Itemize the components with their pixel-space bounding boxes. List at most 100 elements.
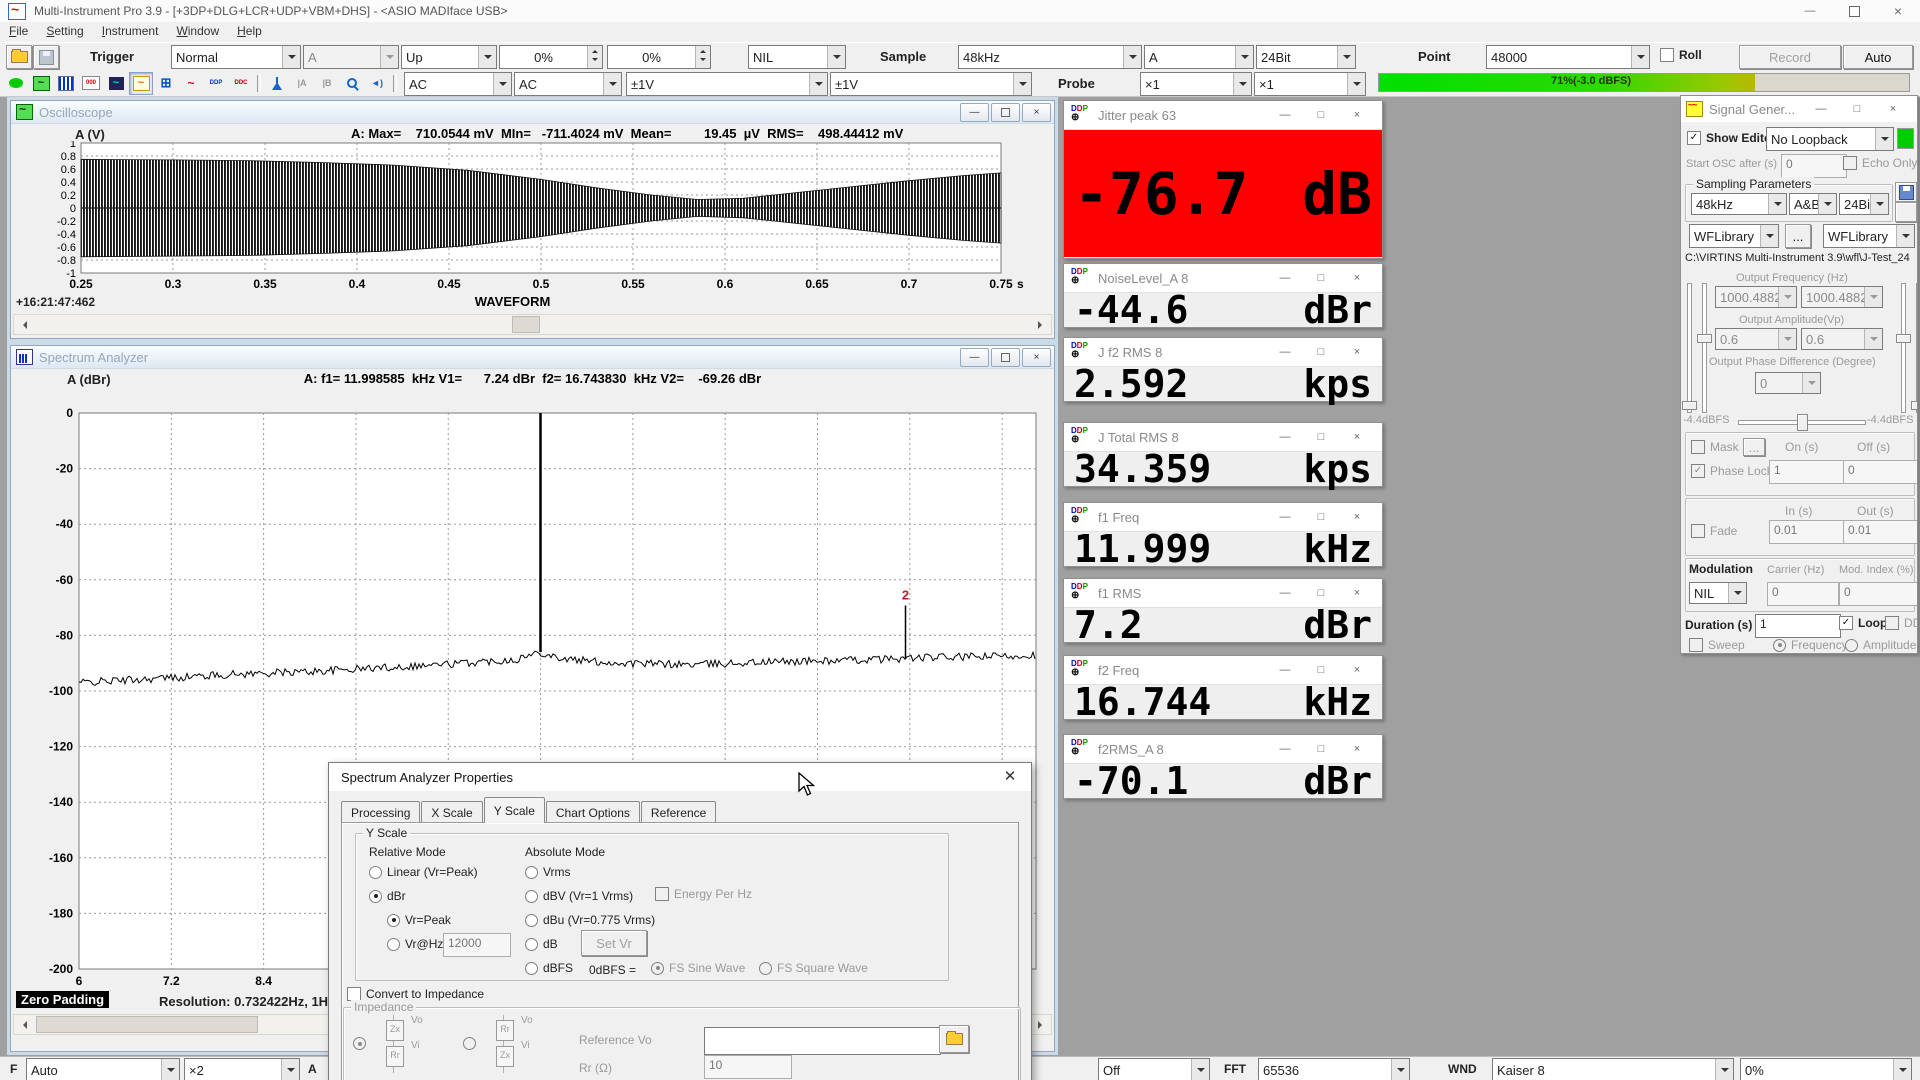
- spectrum-analyzer-icon[interactable]: [54, 72, 78, 95]
- meter-maximize-button[interactable]: □: [1303, 109, 1339, 121]
- trigger-delay-spinner[interactable]: 0%: [607, 45, 711, 69]
- chevron-down-icon[interactable]: [827, 46, 845, 68]
- sg-maximize-button[interactable]: □: [1839, 103, 1875, 115]
- scroll-left-icon[interactable]: [14, 315, 32, 334]
- run-icon[interactable]: [4, 72, 28, 95]
- set-vr-button[interactable]: Set Vr: [581, 930, 647, 956]
- freq-b-select[interactable]: 1000.488281: [1801, 286, 1883, 308]
- meter-maximize-button[interactable]: □: [1303, 587, 1339, 599]
- chevron-down-icon[interactable]: [282, 46, 300, 68]
- chevron-down-icon[interactable]: [1875, 128, 1893, 150]
- dbfs-radio[interactable]: dBFS: [525, 961, 573, 975]
- meter-maximize-button[interactable]: □: [1303, 743, 1339, 755]
- chevron-down-icon[interactable]: [1864, 329, 1882, 349]
- zoom-x-select[interactable]: ×2: [184, 1058, 300, 1080]
- meter-minimize-button[interactable]: —: [1267, 272, 1303, 284]
- freq-axis-select[interactable]: Auto: [26, 1058, 180, 1080]
- sg-volume-slider-right-inner[interactable]: [1901, 283, 1906, 413]
- impedance-circuit2-radio[interactable]: [463, 1037, 476, 1050]
- meter-close-button[interactable]: ×: [1339, 272, 1375, 284]
- dds-checkbox[interactable]: DDS: [1885, 616, 1918, 630]
- meter-close-button[interactable]: ×: [1339, 743, 1375, 755]
- chevron-down-icon[interactable]: [1896, 225, 1914, 247]
- dbr-radio[interactable]: dBr: [369, 889, 406, 903]
- sg-run-button[interactable]: [1897, 128, 1914, 149]
- magnifier-icon[interactable]: [340, 72, 364, 95]
- trigger-source-select[interactable]: A: [303, 45, 399, 69]
- spectrum-3d-icon[interactable]: ~: [104, 72, 128, 95]
- input-a-icon[interactable]: |A: [290, 72, 314, 95]
- meter-minimize-button[interactable]: —: [1267, 587, 1303, 599]
- chevron-down-icon[interactable]: [380, 46, 398, 68]
- echo-only-checkbox[interactable]: Echo Only: [1843, 156, 1917, 170]
- range-b-select[interactable]: ±1V: [830, 72, 1032, 96]
- chevron-down-icon[interactable]: [281, 1059, 299, 1080]
- menu-item-setting[interactable]: Setting: [37, 22, 92, 42]
- signal-generator-titlebar[interactable]: Signal Gener... — □ ×: [1681, 96, 1917, 122]
- meter-maximize-button[interactable]: □: [1303, 664, 1339, 676]
- meter-close-button[interactable]: ×: [1339, 511, 1375, 523]
- linear-radio[interactable]: Linear (Vr=Peak): [369, 865, 478, 879]
- meter-minimize-button[interactable]: —: [1267, 431, 1303, 443]
- coupling-a-select[interactable]: AC: [404, 72, 512, 96]
- record-button[interactable]: Record: [1739, 45, 1841, 69]
- sg-volume-slider-left-inner-thumb[interactable]: [1697, 334, 1712, 343]
- sound-icon[interactable]: ◄): [365, 72, 389, 95]
- show-editor-checkbox[interactable]: ✓Show Editor: [1687, 131, 1776, 145]
- sg-volume-slider-right-inner-thumb[interactable]: [1896, 334, 1911, 343]
- browse-folder-button[interactable]: [939, 1025, 969, 1053]
- reference-vo-field[interactable]: [704, 1027, 941, 1055]
- mod-type-select[interactable]: NIL: [1689, 582, 1747, 604]
- chevron-down-icon[interactable]: [1391, 1059, 1409, 1080]
- chevron-down-icon[interactable]: [1870, 194, 1888, 214]
- chevron-down-icon[interactable]: [1778, 287, 1796, 307]
- meter-titlebar[interactable]: DDP⊕Jitter peak 63—□×: [1064, 101, 1382, 129]
- chevron-down-icon[interactable]: [1347, 73, 1365, 95]
- range-a-select[interactable]: ±1V: [626, 72, 828, 96]
- chevron-down-icon[interactable]: [161, 1059, 179, 1080]
- roll-checkbox[interactable]: Roll: [1660, 48, 1702, 62]
- tab-processing[interactable]: Processing: [341, 801, 420, 823]
- meter-close-button[interactable]: ×: [1339, 587, 1375, 599]
- chevron-down-icon[interactable]: [478, 46, 496, 68]
- vr-hz-radio[interactable]: Vr@Hz: [387, 937, 443, 951]
- sg-channels-select[interactable]: A&B: [1789, 193, 1837, 215]
- convert-impedance-checkbox[interactable]: Convert to Impedance: [347, 987, 484, 1001]
- sample-rate-select[interactable]: 48kHz: [958, 45, 1142, 69]
- loop-checkbox[interactable]: ✓Loop: [1839, 616, 1887, 630]
- amp-a-select[interactable]: 0.6: [1715, 328, 1797, 350]
- scroll-right-icon[interactable]: [1033, 1015, 1051, 1034]
- oscilloscope-minimize-button[interactable]: —: [960, 103, 989, 122]
- ddp-viewer-icon[interactable]: DDP: [204, 72, 228, 95]
- trigger-couple-select[interactable]: NIL: [748, 45, 846, 69]
- window-function-select[interactable]: Kaiser 8: [1492, 1058, 1734, 1080]
- meter-close-button[interactable]: ×: [1339, 664, 1375, 676]
- meter-minimize-button[interactable]: —: [1267, 109, 1303, 121]
- freq-a-select[interactable]: 1000.488281: [1715, 286, 1797, 308]
- scroll-left-icon[interactable]: [14, 1015, 32, 1034]
- meter-maximize-button[interactable]: □: [1303, 511, 1339, 523]
- meter-close-button[interactable]: ×: [1339, 346, 1375, 358]
- tab-chart-options[interactable]: Chart Options: [546, 801, 640, 823]
- meter-minimize-button[interactable]: —: [1267, 346, 1303, 358]
- meter-minimize-button[interactable]: —: [1267, 664, 1303, 676]
- fs-sine-radio[interactable]: FS Sine Wave: [651, 961, 745, 975]
- mask-browse-button[interactable]: ...: [1743, 438, 1765, 456]
- sample-channel-select[interactable]: A: [1144, 45, 1254, 69]
- phase-select[interactable]: 0: [1755, 372, 1821, 394]
- sweep-checkbox[interactable]: Sweep: [1689, 638, 1745, 652]
- sweep-amplitude-radio[interactable]: Amplitude: [1845, 638, 1916, 652]
- sg-minimize-button[interactable]: —: [1803, 103, 1839, 115]
- spectrum-minimize-button[interactable]: —: [960, 348, 989, 367]
- chevron-down-icon[interactable]: [1768, 194, 1786, 214]
- overlap-select[interactable]: 0%: [1740, 1058, 1912, 1080]
- vr-peak-radio[interactable]: Vr=Peak: [387, 913, 451, 927]
- meter-minimize-button[interactable]: —: [1267, 511, 1303, 523]
- sg-volume-slider-left-inner[interactable]: [1702, 283, 1707, 413]
- dbu-radio[interactable]: dBu (Vr=0.775 Vrms): [525, 913, 655, 927]
- fade-checkbox[interactable]: Fade: [1691, 524, 1737, 538]
- chevron-down-icon[interactable]: [1802, 373, 1820, 393]
- sg-close-button[interactable]: ×: [1875, 103, 1911, 115]
- chevron-down-icon[interactable]: [1864, 287, 1882, 307]
- input-b-icon[interactable]: |B: [315, 72, 339, 95]
